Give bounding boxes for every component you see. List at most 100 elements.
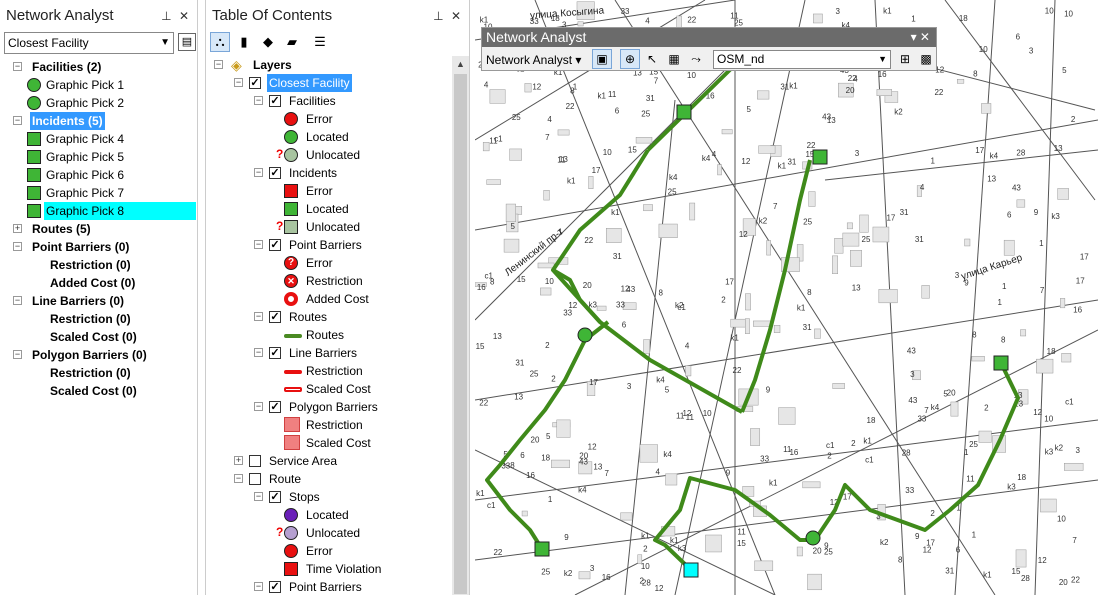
- select-move-location-icon[interactable]: ↖: [642, 49, 662, 69]
- toc-item-polygon-barriers[interactable]: − ✓ Polygon Barriers: [206, 398, 454, 416]
- facility-point[interactable]: [577, 327, 593, 343]
- na-tree-item-facilities-2[interactable]: − Facilities (2): [0, 58, 197, 76]
- expand-toggle-icon[interactable]: −: [254, 348, 263, 357]
- toc-item-closest-facility[interactable]: − ✓ Closest Facility: [206, 74, 454, 92]
- toc-item-error[interactable]: Error: [206, 182, 454, 200]
- layer-visibility-checkbox[interactable]: ✓: [269, 581, 281, 593]
- na-tree-item-scaled-cost-0[interactable]: Scaled Cost (0): [0, 328, 197, 346]
- toc-item-layers[interactable]: − ◈ Layers: [206, 56, 454, 74]
- list-by-drawing-order-icon[interactable]: ⛬: [210, 32, 230, 52]
- na-tree-item-incidents-5[interactable]: − Incidents (5): [0, 112, 197, 130]
- na-tree-item-routes-5[interactable]: + Routes (5): [0, 220, 197, 238]
- toc-item-scaled-cost[interactable]: Scaled Cost: [206, 434, 454, 452]
- map-view[interactable]: 93331325122k1121122513813411316441225311…: [475, 0, 1098, 595]
- na-tree-item-graphic-pick-6[interactable]: Graphic Pick 6: [0, 166, 197, 184]
- toc-item-point-barriers[interactable]: − ✓ Point Barriers: [206, 578, 454, 595]
- na-tree-item-scaled-cost-0[interactable]: Scaled Cost (0): [0, 382, 197, 400]
- list-by-visibility-icon[interactable]: ◆: [258, 32, 278, 52]
- layer-visibility-checkbox[interactable]: ✓: [269, 239, 281, 251]
- expand-toggle-icon[interactable]: −: [13, 350, 22, 359]
- toc-item-unlocated[interactable]: ? Unlocated: [206, 524, 454, 542]
- scroll-thumb[interactable]: [454, 74, 467, 594]
- incident-point[interactable]: [812, 149, 828, 165]
- na-tree-item-polygon-barriers-0[interactable]: − Polygon Barriers (0): [0, 346, 197, 364]
- na-tree-item-graphic-pick-4[interactable]: Graphic Pick 4: [0, 130, 197, 148]
- expand-toggle-icon[interactable]: −: [254, 492, 263, 501]
- toc-item-route[interactable]: − Route: [206, 470, 454, 488]
- toc-item-service-area[interactable]: + Service Area: [206, 452, 454, 470]
- na-tree-item-graphic-pick-7[interactable]: Graphic Pick 7: [0, 184, 197, 202]
- na-tree-item-restriction-0[interactable]: Restriction (0): [0, 364, 197, 382]
- layer-visibility-checkbox[interactable]: ✓: [269, 491, 281, 503]
- incident-point[interactable]: [676, 104, 692, 120]
- toc-item-located[interactable]: Located: [206, 200, 454, 218]
- expand-toggle-icon[interactable]: −: [214, 60, 223, 69]
- layer-visibility-checkbox[interactable]: ✓: [249, 77, 261, 89]
- toc-item-routes[interactable]: Routes: [206, 326, 454, 344]
- na-window-toggle-icon[interactable]: ▣: [592, 49, 612, 69]
- expand-toggle-icon[interactable]: −: [13, 296, 22, 305]
- expand-toggle-icon[interactable]: +: [234, 456, 243, 465]
- expand-toggle-icon[interactable]: −: [234, 78, 243, 87]
- na-toolbar-titlebar[interactable]: Network Analyst ▾ ✕: [482, 28, 936, 47]
- list-by-source-icon[interactable]: ▮: [234, 32, 254, 52]
- create-network-location-icon[interactable]: ⊕: [620, 49, 640, 69]
- na-tree-item-restriction-0[interactable]: Restriction (0): [0, 256, 197, 274]
- expand-toggle-icon[interactable]: −: [254, 168, 263, 177]
- layer-visibility-checkbox[interactable]: [249, 455, 261, 467]
- na-tree-item-line-barriers-0[interactable]: − Line Barriers (0): [0, 292, 197, 310]
- na-tree-item-restriction-0[interactable]: Restriction (0): [0, 310, 197, 328]
- na-tree-item-graphic-pick-1[interactable]: Graphic Pick 1: [0, 76, 197, 94]
- incident-point[interactable]: [534, 541, 550, 557]
- na-toolbar-controls[interactable]: ▾ ✕: [911, 28, 930, 47]
- toc-item-stops[interactable]: − ✓ Stops: [206, 488, 454, 506]
- toc-item-scaled-cost[interactable]: Scaled Cost: [206, 380, 454, 398]
- toc-item-located[interactable]: Located: [206, 128, 454, 146]
- layer-visibility-checkbox[interactable]: ✓: [269, 347, 281, 359]
- na-toolbar-menu[interactable]: Network Analyst ▾: [486, 51, 581, 69]
- expand-toggle-icon[interactable]: −: [13, 242, 22, 251]
- toc-item-incidents[interactable]: − ✓ Incidents: [206, 164, 454, 182]
- toc-scrollbar[interactable]: ▲: [452, 56, 469, 595]
- na-window-controls[interactable]: ⊥ ✕: [161, 0, 191, 32]
- expand-toggle-icon[interactable]: −: [254, 96, 263, 105]
- na-analysis-dropdown[interactable]: Closest Facility ▼: [4, 32, 174, 54]
- expand-toggle-icon[interactable]: −: [254, 312, 263, 321]
- scroll-up-icon[interactable]: ▲: [452, 56, 469, 73]
- na-tree-item-point-barriers-0[interactable]: − Point Barriers (0): [0, 238, 197, 256]
- toc-item-time-violation[interactable]: Time Violation: [206, 560, 454, 578]
- toc-item-error[interactable]: ? Error: [206, 254, 454, 272]
- expand-toggle-icon[interactable]: −: [234, 474, 243, 483]
- na-properties-button[interactable]: ▤: [178, 33, 196, 51]
- toc-window-controls[interactable]: ⊥ ✕: [433, 0, 463, 32]
- toc-item-unlocated[interactable]: ? Unlocated: [206, 218, 454, 236]
- toc-item-unlocated[interactable]: ? Unlocated: [206, 146, 454, 164]
- incident-point[interactable]: [993, 355, 1009, 371]
- network-dataset-dropdown[interactable]: OSM_nd ▼: [713, 50, 891, 69]
- map-canvas[interactable]: 93331325122k1121122513813411316441225311…: [475, 0, 1098, 595]
- list-by-selection-icon[interactable]: ▰: [282, 32, 302, 52]
- toc-options-icon[interactable]: ☰: [310, 32, 330, 52]
- na-tree-item-graphic-pick-8[interactable]: Graphic Pick 8: [0, 202, 197, 220]
- toc-item-error[interactable]: Error: [206, 542, 454, 560]
- expand-toggle-icon[interactable]: −: [254, 402, 263, 411]
- route-line[interactable]: [740, 159, 812, 413]
- directions-icon[interactable]: ⤳: [686, 49, 706, 69]
- toc-item-restriction[interactable]: ✕ Restriction: [206, 272, 454, 290]
- expand-toggle-icon[interactable]: −: [254, 240, 263, 249]
- na-tree-item-graphic-pick-2[interactable]: Graphic Pick 2: [0, 94, 197, 112]
- expand-toggle-icon[interactable]: −: [13, 116, 22, 125]
- na-tree-item-graphic-pick-5[interactable]: Graphic Pick 5: [0, 148, 197, 166]
- expand-toggle-icon[interactable]: +: [13, 224, 22, 233]
- layer-visibility-checkbox[interactable]: [249, 473, 261, 485]
- toc-item-restriction[interactable]: Restriction: [206, 416, 454, 434]
- solve-icon[interactable]: ▦: [664, 49, 684, 69]
- layer-visibility-checkbox[interactable]: ✓: [269, 167, 281, 179]
- facility-point[interactable]: [805, 530, 821, 546]
- expand-toggle-icon[interactable]: −: [13, 62, 22, 71]
- layer-visibility-checkbox[interactable]: ✓: [269, 401, 281, 413]
- build-network-icon[interactable]: ⊞: [895, 49, 915, 69]
- toc-item-routes[interactable]: − ✓ Routes: [206, 308, 454, 326]
- na-tree-item-added-cost-0[interactable]: Added Cost (0): [0, 274, 197, 292]
- layer-visibility-checkbox[interactable]: ✓: [269, 311, 281, 323]
